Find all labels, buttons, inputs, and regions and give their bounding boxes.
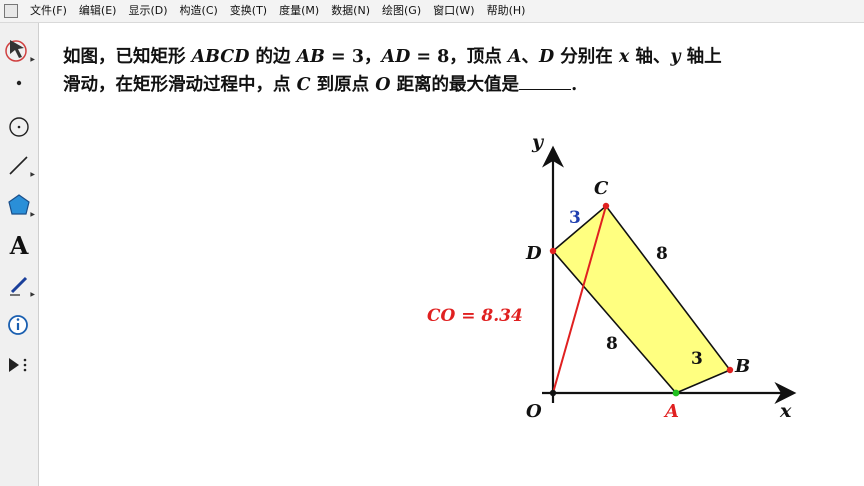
polygon-icon xyxy=(8,194,30,215)
menu-graph[interactable]: 绘图(G) xyxy=(376,0,427,22)
point-b[interactable] xyxy=(726,366,734,374)
menu-window[interactable]: 窗口(W) xyxy=(427,0,480,22)
x-axis-label: x xyxy=(779,400,792,422)
more-tools-indicator-icon: ▶ xyxy=(30,171,35,178)
side-dc-length-label: 3 xyxy=(569,208,581,228)
menu-bar: 文件(F) 编辑(E) 显示(D) 构造(C) 变换(T) 度量(M) 数据(N… xyxy=(0,0,864,23)
more-tools-indicator-icon: ▶ xyxy=(30,211,35,218)
point-b-label: B xyxy=(734,356,750,377)
more-tools-indicator-icon: ▶ xyxy=(30,291,35,298)
circle-icon xyxy=(9,117,29,137)
side-ad-length-label: 8 xyxy=(606,334,618,354)
side-ab-length-label: 3 xyxy=(691,349,703,369)
point-icon xyxy=(16,80,22,86)
point-d-label: D xyxy=(525,243,542,264)
point-tool[interactable] xyxy=(2,69,36,93)
text-tool[interactable]: A xyxy=(2,228,36,262)
point-o[interactable] xyxy=(549,389,557,397)
pencil-icon xyxy=(10,276,28,296)
line-segment-icon xyxy=(9,156,28,175)
menu-data[interactable]: 数据(N) xyxy=(325,0,376,22)
marker-tool[interactable]: ▶ xyxy=(2,268,36,302)
co-measurement[interactable]: CO = 8.34 xyxy=(427,306,523,326)
y-axis-label: y xyxy=(531,131,545,153)
information-tool[interactable] xyxy=(2,308,36,342)
point-d[interactable] xyxy=(549,247,557,255)
sketch-canvas[interactable]: 如图，已知矩形 ABCD 的边 AB = 3，AD = 8，顶点 A、D 分别在… xyxy=(39,23,864,486)
menu-help[interactable]: 帮助(H) xyxy=(481,0,532,22)
custom-tool[interactable] xyxy=(2,348,36,382)
point-c[interactable] xyxy=(602,202,610,210)
polygon-tool[interactable]: ▶ xyxy=(2,188,36,222)
info-icon xyxy=(8,315,28,335)
compass-tool[interactable] xyxy=(2,109,36,143)
menu-display[interactable]: 显示(D) xyxy=(122,0,173,22)
menu-construct[interactable]: 构造(C) xyxy=(174,0,224,22)
point-a[interactable] xyxy=(672,389,680,397)
play-custom-tool-icon xyxy=(9,358,27,372)
geometry-figure: y x O A B C D 3 8 3 8 CO = 8.34 xyxy=(427,131,797,422)
app-icon[interactable] xyxy=(4,4,18,18)
point-a-label: A xyxy=(663,401,679,422)
text-tool-icon: A xyxy=(9,230,29,260)
menu-transform[interactable]: 变换(T) xyxy=(224,0,273,22)
tool-palette: ▶ ▶ ▶ A ▶ xyxy=(0,23,39,486)
menu-measure[interactable]: 度量(M) xyxy=(273,0,325,22)
menu-file[interactable]: 文件(F) xyxy=(24,0,73,22)
straightedge-tool[interactable]: ▶ xyxy=(2,148,36,182)
arrow-tool[interactable]: ▶ xyxy=(2,33,36,67)
point-c-label: C xyxy=(594,178,609,199)
more-tools-indicator-icon: ▶ xyxy=(30,56,35,63)
origin-label: O xyxy=(526,401,542,422)
side-cb-length-label: 8 xyxy=(656,244,668,264)
menu-edit[interactable]: 编辑(E) xyxy=(73,0,123,22)
